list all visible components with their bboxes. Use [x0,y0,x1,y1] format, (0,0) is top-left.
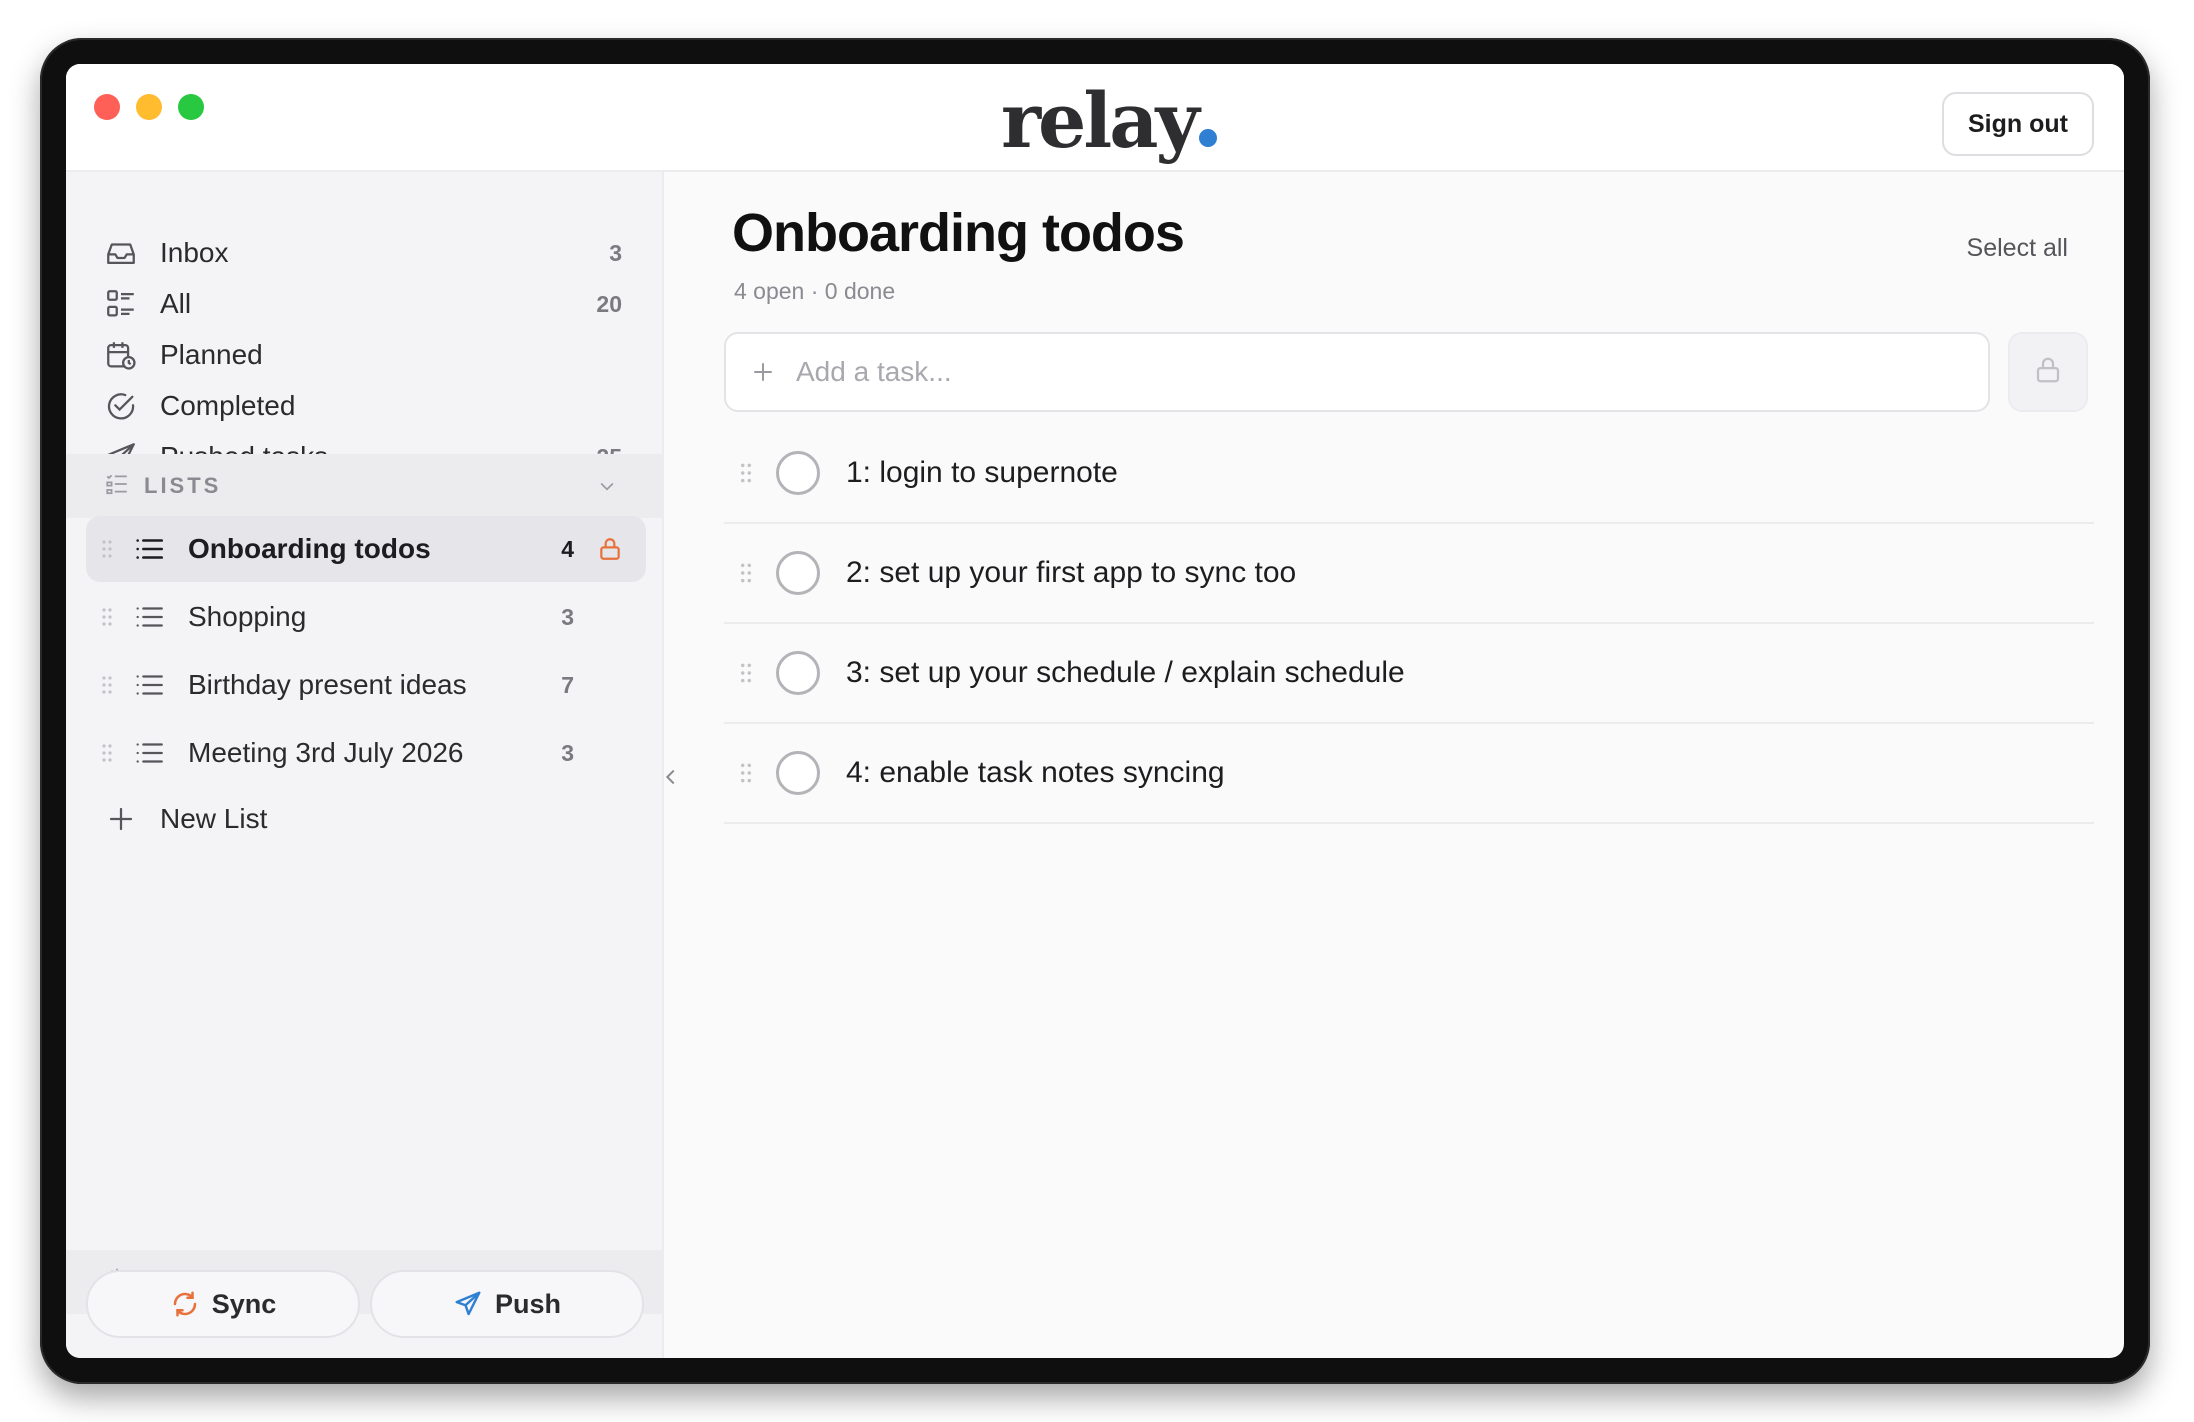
drag-handle-icon[interactable] [100,606,114,628]
task-checkbox[interactable] [776,651,820,695]
sync-label: Sync [211,1288,277,1319]
sidebar-list-birthday-present-ideas[interactable]: Birthday present ideas 7 [86,652,646,718]
task-text: 4: enable task notes syncing [846,756,1225,789]
task-row[interactable]: 3: set up your schedule / explain schedu… [724,624,2094,724]
chevron-down-icon[interactable] [592,476,622,496]
lock-icon[interactable] [594,536,626,562]
lists-section-header[interactable]: LISTS [66,454,664,518]
sidebar-list-count: 3 [561,739,574,766]
list-icon [130,668,168,702]
sidebar-list-count: 7 [561,671,574,698]
relay-logo: relay [1001,76,1217,166]
sidebar-list-meeting[interactable]: Meeting 3rd July 2026 3 [86,720,646,786]
all-icon [102,285,140,323]
check-circle-icon [102,387,140,425]
new-list-label: New List [160,803,268,834]
push-label: Push [494,1288,561,1319]
minimize-window-button[interactable] [136,94,162,120]
calendar-icon [102,336,140,374]
drag-handle-icon[interactable] [734,461,758,485]
plus-icon [748,360,778,384]
drag-handle-icon[interactable] [734,661,758,685]
task-text: 1: login to supernote [846,456,1118,489]
task-text: 2: set up your first app to sync too [846,556,1297,589]
sidebar-item-count: 3 [609,239,622,266]
sidebar-item-all[interactable]: All 20 [102,279,622,329]
drag-handle-icon[interactable] [100,674,114,696]
sidebar-item-label: All [160,288,192,319]
logo-text: relay [1001,76,1200,165]
lock-icon [2033,355,2063,390]
sidebar-list-count: 4 [561,535,574,562]
sidebar-item-label: Inbox [160,237,229,268]
list-icon [130,600,168,634]
lists-icon [104,471,130,502]
lists-section-label: LISTS [144,473,222,498]
sidebar-list-label: Onboarding todos [188,533,431,564]
app-window: relay Sign out Inbox 3 All 20 Planned Co… [66,64,2124,1358]
task-checkbox[interactable] [776,751,820,795]
task-text: 3: set up your schedule / explain schedu… [846,656,1405,689]
sign-out-button[interactable]: Sign out [1942,92,2094,156]
sidebar-list-label: Meeting 3rd July 2026 [188,737,464,768]
task-row[interactable]: 4: enable task notes syncing [724,724,2094,824]
select-all-button[interactable]: Select all [1967,234,2068,263]
logo-dot [1198,129,1217,147]
title-bar: relay Sign out [66,64,2124,172]
task-row[interactable]: 1: login to supernote [724,424,2094,524]
sidebar-list-label: Shopping [188,601,307,632]
sidebar-list-count: 3 [561,603,574,630]
drag-handle-icon[interactable] [734,761,758,785]
sidebar-list-onboarding-todos[interactable]: Onboarding todos 4 [86,516,646,582]
sidebar-item-count: 20 [596,290,622,317]
paper-plane-icon [453,1289,483,1319]
push-button[interactable]: Push [370,1270,644,1338]
task-checkbox[interactable] [776,551,820,595]
list-icon [130,736,168,770]
new-list-button[interactable]: New List [102,794,622,844]
main-panel: Onboarding todos 4 open · 0 done Select … [666,172,2124,1358]
drag-handle-icon[interactable] [734,561,758,585]
task-row[interactable]: 2: set up your first app to sync too [724,524,2094,624]
page-title: Onboarding todos [732,203,1185,263]
sidebar-item-label: Planned [160,339,263,370]
lock-list-button[interactable] [2008,332,2088,412]
sidebar-item-inbox[interactable]: Inbox 3 [102,228,622,278]
add-task-input[interactable] [796,356,1896,388]
zoom-window-button[interactable] [178,94,204,120]
close-window-button[interactable] [94,94,120,120]
plus-icon [102,800,140,838]
sidebar: Inbox 3 All 20 Planned Completed LISTS O… [66,172,664,1358]
drag-handle-icon[interactable] [100,538,114,560]
drag-handle-icon[interactable] [100,742,114,764]
sidebar-list-shopping[interactable]: Shopping 3 [86,584,646,650]
sidebar-item-planned[interactable]: Planned [102,330,622,380]
list-icon [130,532,168,566]
sidebar-item-completed[interactable]: Completed [102,381,622,431]
add-task-box[interactable] [724,332,1990,412]
task-summary: 4 open · 0 done [734,278,896,304]
sync-button[interactable]: Sync [86,1270,360,1338]
sync-icon [170,1289,200,1319]
sidebar-item-label: Completed [160,390,296,421]
inbox-icon [102,234,140,272]
sidebar-list-label: Birthday present ideas [188,669,467,700]
task-checkbox[interactable] [776,451,820,495]
